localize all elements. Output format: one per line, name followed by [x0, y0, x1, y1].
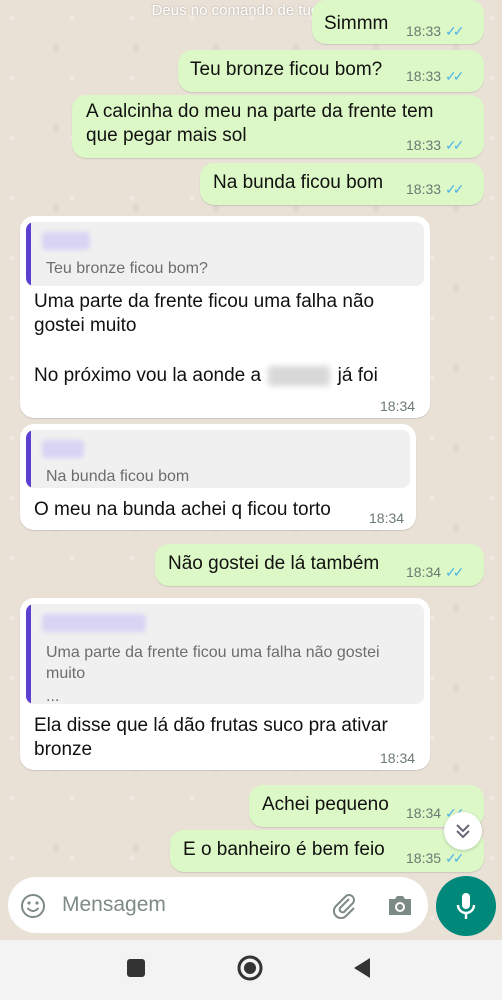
- message-text: Na bunda ficou bom: [213, 172, 384, 193]
- message-meta: 18:34 ✓✓: [406, 564, 465, 581]
- message-meta: 18:33 ✓✓: [406, 137, 465, 154]
- message-time: 18:34: [369, 510, 405, 526]
- triangle-back-icon[interactable]: [352, 957, 372, 979]
- microphone-icon: [456, 893, 476, 919]
- message-meta: 18:33 ✓✓: [406, 68, 465, 85]
- message-time: 18:34: [406, 564, 442, 580]
- message-text-part: No próximo vou la aonde a: [34, 365, 262, 386]
- read-ticks-icon: ✓✓: [445, 137, 465, 153]
- quoted-message[interactable]: Teu bronze ficou bom?: [26, 222, 424, 286]
- message-incoming[interactable]: Na bunda ficou bom O meu na bunda achei …: [20, 424, 416, 530]
- blurred-name: [268, 365, 331, 386]
- message-text: Não gostei de lá também: [168, 553, 380, 574]
- message-time: 18:35: [406, 850, 442, 866]
- message-outgoing[interactable]: Não gostei de lá também 18:34 ✓✓: [155, 544, 484, 586]
- message-meta: 18:33 ✓✓: [406, 23, 465, 40]
- quote-bar: [26, 430, 31, 488]
- message-text: Simmm: [324, 13, 389, 34]
- read-ticks-icon: ✓✓: [445, 564, 465, 580]
- emoji-icon[interactable]: [20, 893, 46, 919]
- message-composer[interactable]: Mensagem: [8, 877, 428, 933]
- message-input[interactable]: Mensagem: [62, 893, 166, 917]
- message-text: Achei pequeno: [262, 794, 389, 815]
- message-text-line2: No próximo vou la aonde a já foi: [34, 364, 378, 388]
- message-time: 18:33: [406, 137, 442, 153]
- message-text: O meu na bunda achei q ficou torto: [34, 499, 331, 520]
- message-time: 18:34: [380, 750, 416, 766]
- message-outgoing[interactable]: A calcinha do meu na parte da frente tem…: [72, 95, 484, 158]
- message-meta: 18:35 ✓✓: [406, 850, 465, 867]
- quote-author-blurred: [42, 440, 84, 458]
- message-time: 18:33: [406, 68, 442, 84]
- microphone-button[interactable]: [436, 876, 496, 936]
- message-text: Ela disse que lá dão frutas suco pra ati…: [34, 715, 388, 760]
- message-time: 18:34: [406, 805, 442, 821]
- camera-icon[interactable]: [386, 892, 414, 918]
- message-time: 18:33: [406, 23, 442, 39]
- message-text: Teu bronze ficou bom?: [190, 59, 383, 80]
- message-outgoing[interactable]: E o banheiro é bem feio 18:35 ✓✓: [170, 830, 484, 872]
- quote-bar: [26, 222, 31, 286]
- message-meta: 18:33 ✓✓: [406, 181, 465, 198]
- read-ticks-icon: ✓✓: [445, 850, 465, 866]
- system-navigation-bar: [0, 940, 502, 1000]
- quoted-message[interactable]: Na bunda ficou bom: [26, 430, 410, 488]
- square-icon[interactable]: [127, 959, 145, 977]
- message-time: 18:33: [406, 181, 442, 197]
- read-ticks-icon: ✓✓: [445, 23, 465, 39]
- quote-text: Na bunda ficou bom: [46, 468, 190, 485]
- quote-author-blurred: [42, 232, 90, 250]
- double-chevron-down-icon: [456, 824, 470, 839]
- quoted-message[interactable]: Uma parte da frente ficou uma falha não …: [26, 604, 424, 704]
- paperclip-icon[interactable]: [330, 891, 358, 919]
- message-incoming[interactable]: Teu bronze ficou bom? Uma parte da frent…: [20, 216, 430, 418]
- message-outgoing[interactable]: Na bunda ficou bom 18:33 ✓✓: [200, 163, 484, 205]
- message-text-part: já foi: [337, 365, 378, 386]
- quote-text: Uma parte da frente ficou uma falha não …: [46, 644, 380, 682]
- quote-more: ...: [46, 688, 60, 704]
- message-outgoing[interactable]: Teu bronze ficou bom? 18:33 ✓✓: [178, 50, 484, 92]
- message-text: Uma parte da frente ficou uma falha não …: [34, 291, 375, 336]
- chat-area: Deus no comando de tudo 🙌🏻 Simmm 18:33 ✓✓…: [0, 0, 502, 940]
- message-text: E o banheiro é bem feio: [183, 839, 385, 860]
- scroll-to-bottom-button[interactable]: [444, 812, 482, 850]
- quote-text: Teu bronze ficou bom?: [46, 260, 208, 277]
- message-outgoing[interactable]: Simmm 18:33 ✓✓: [312, 0, 484, 44]
- message-time: 18:34: [380, 398, 416, 414]
- read-ticks-icon: ✓✓: [445, 68, 465, 84]
- quote-author-blurred: [42, 614, 146, 632]
- read-ticks-icon: ✓✓: [445, 181, 465, 197]
- quote-bar: [26, 604, 31, 704]
- circle-icon[interactable]: [236, 954, 264, 982]
- message-incoming[interactable]: Uma parte da frente ficou uma falha não …: [20, 598, 430, 770]
